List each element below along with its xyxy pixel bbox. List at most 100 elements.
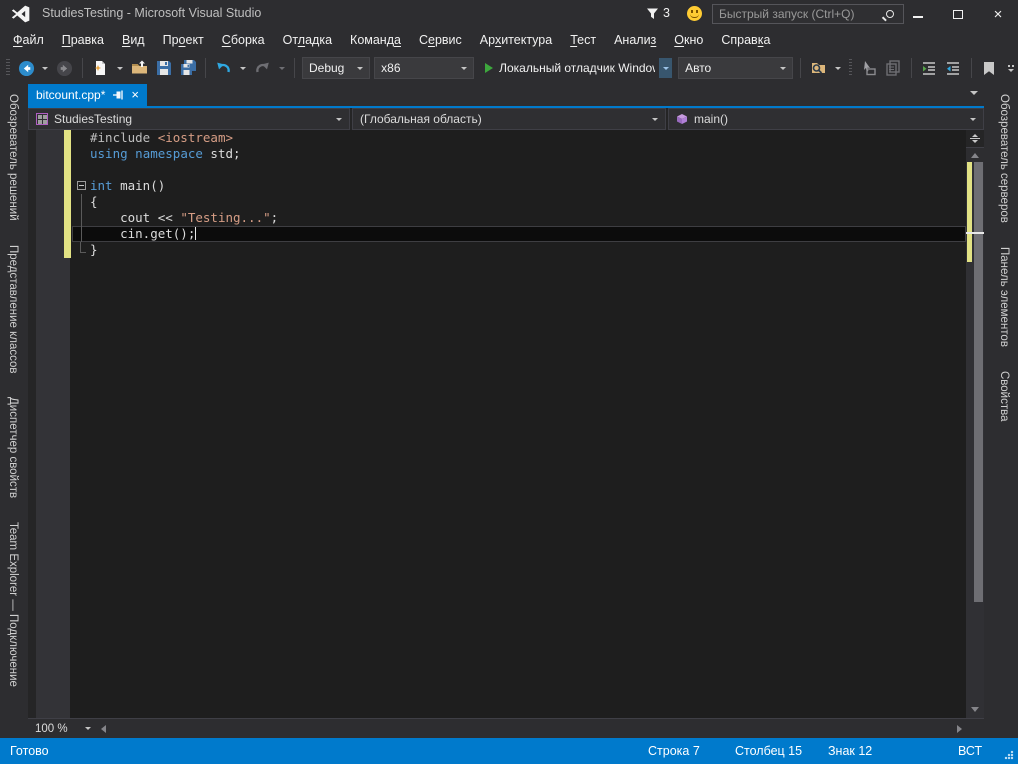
document-tab-well: bitcount.cpp* × <box>28 84 984 106</box>
decrease-indent-button[interactable] <box>918 56 939 80</box>
scroll-up-arrow[interactable] <box>966 148 984 162</box>
panel-tab[interactable]: Обозреватель решений <box>0 84 26 231</box>
menu-item[interactable]: Правка <box>53 28 113 52</box>
panel-tab[interactable]: Свойства <box>991 361 1017 432</box>
save-button[interactable] <box>153 56 174 80</box>
start-debugging-button[interactable]: Локальный отладчик Windows <box>478 57 674 79</box>
scroll-down-arrow[interactable] <box>966 702 984 716</box>
new-file-button[interactable] <box>90 56 111 80</box>
member-combo[interactable]: main() <box>668 108 984 130</box>
toolbar-overflow-button[interactable] <box>1003 65 1018 72</box>
navigate-back-dropdown[interactable] <box>40 56 50 80</box>
document-well-dropdown[interactable] <box>970 91 978 95</box>
minimize-button[interactable] <box>898 0 938 28</box>
quick-launch-search[interactable]: Быстрый запуск (Ctrl+Q) <box>712 4 904 24</box>
toolbar-drag-handle[interactable] <box>6 59 10 77</box>
back-arrow-icon <box>18 60 35 77</box>
zoom-level-combo[interactable]: 100 % <box>30 720 96 738</box>
vertical-scrollbar[interactable] <box>966 130 984 718</box>
redo-dropdown[interactable] <box>277 56 287 80</box>
menu-item[interactable]: Сборка <box>213 28 274 52</box>
toggle-bookmark-button[interactable] <box>978 56 999 80</box>
navigate-back-button[interactable] <box>16 56 37 80</box>
scope-combo[interactable]: (Глобальная область) <box>352 108 666 130</box>
watch-mode-combo[interactable]: Авто <box>678 57 793 79</box>
status-char: Знак 12 <box>828 744 872 758</box>
increase-indent-icon <box>945 60 961 76</box>
find-dropdown[interactable] <box>832 56 842 80</box>
menu-item[interactable]: Тест <box>561 28 605 52</box>
start-debugging-dropdown[interactable] <box>659 58 672 78</box>
title-bar: StudiesTesting - Microsoft Visual Studio… <box>0 0 1018 28</box>
undo-button[interactable] <box>213 56 234 80</box>
increase-indent-button[interactable] <box>943 56 964 80</box>
fold-collapse-toggle[interactable] <box>74 178 88 194</box>
panel-tab[interactable]: Представление классов <box>0 235 26 384</box>
fold-guide <box>74 226 88 242</box>
scrollbar-thumb[interactable] <box>974 162 983 602</box>
editor-splitter-handle[interactable] <box>966 130 984 148</box>
maximize-button[interactable] <box>938 0 978 28</box>
scrollbar-track[interactable] <box>966 162 984 718</box>
solution-configuration-combo[interactable]: Debug <box>302 57 370 79</box>
fold-guide <box>74 242 88 258</box>
panel-tab[interactable]: Обозреватель серверов <box>991 84 1017 233</box>
menu-item[interactable]: Архитектура <box>471 28 561 52</box>
scroll-left-arrow[interactable] <box>96 725 110 733</box>
vs-window: StudiesTesting - Microsoft Visual Studio… <box>0 0 1018 764</box>
menu-item[interactable]: Отладка <box>274 28 341 52</box>
menu-item[interactable]: Сервис <box>410 28 471 52</box>
document-tab[interactable]: bitcount.cpp* × <box>28 84 147 106</box>
code-line[interactable]: } <box>28 242 966 258</box>
bookmark-icon <box>982 61 996 76</box>
menu-item[interactable]: Справка <box>712 28 779 52</box>
menu-item[interactable]: Файл <box>4 28 53 52</box>
undo-dropdown[interactable] <box>238 56 248 80</box>
code-line[interactable]: using namespace std; <box>28 146 966 162</box>
feedback-smiley-icon[interactable] <box>687 6 702 21</box>
cpp-project-icon <box>36 113 48 125</box>
changed-line-marker <box>64 210 71 226</box>
code-line[interactable]: { <box>28 194 966 210</box>
find-in-files-button[interactable] <box>808 56 829 80</box>
close-button[interactable]: × <box>978 0 1018 28</box>
save-all-icon <box>180 60 197 76</box>
new-file-dropdown[interactable] <box>115 56 125 80</box>
panel-tab[interactable]: Team Explorer — Подключение <box>0 512 26 697</box>
code-line[interactable]: int main() <box>28 178 966 194</box>
solution-platform-combo[interactable]: x86 <box>374 57 474 79</box>
code-line[interactable]: cout << "Testing..."; <box>28 210 966 226</box>
horizontal-scrollbar-track[interactable] <box>112 723 950 735</box>
notifications-flag-button[interactable]: 3 <box>646 6 670 20</box>
menu-item[interactable]: Вид <box>113 28 154 52</box>
pin-icon[interactable] <box>112 89 124 101</box>
code-line[interactable]: cin.get(); <box>28 226 966 242</box>
code-line[interactable]: #include <iostream> <box>28 130 966 146</box>
panel-tab[interactable]: Диспетчер свойств <box>0 387 26 508</box>
save-icon <box>156 60 172 76</box>
find-in-files-icon <box>810 60 827 76</box>
main-area: Обозреватель решений Представление классо… <box>0 84 1018 738</box>
panel-tab[interactable]: Панель элементов <box>991 237 1017 357</box>
open-file-button[interactable] <box>129 56 150 80</box>
project-combo[interactable]: StudiesTesting <box>28 108 350 130</box>
save-all-button[interactable] <box>178 56 199 80</box>
window-title: StudiesTesting - Microsoft Visual Studio <box>42 6 261 20</box>
code-line[interactable] <box>28 162 966 178</box>
code-editor[interactable]: #include <iostream>using namespace std; i… <box>28 130 984 718</box>
duplicate-button[interactable] <box>883 56 904 80</box>
menu-item[interactable]: Анализ <box>605 28 665 52</box>
menu-item[interactable]: Проект <box>154 28 213 52</box>
navigate-to-button[interactable] <box>858 56 879 80</box>
toolbar-drag-handle-2[interactable] <box>849 59 853 77</box>
document-tab-title: bitcount.cpp* <box>36 88 105 102</box>
menu-item[interactable]: Команда <box>341 28 410 52</box>
scroll-right-arrow[interactable] <box>952 725 966 733</box>
resize-grip[interactable] <box>1004 750 1014 760</box>
menu-item[interactable]: Окно <box>665 28 712 52</box>
redo-button[interactable] <box>252 56 273 80</box>
close-tab-icon[interactable]: × <box>131 89 139 101</box>
navigate-forward-button[interactable] <box>55 56 76 80</box>
main-toolbar: Debug x86 Локальный отладчик Windows Авт… <box>0 52 1018 84</box>
fold-guide <box>74 210 88 226</box>
